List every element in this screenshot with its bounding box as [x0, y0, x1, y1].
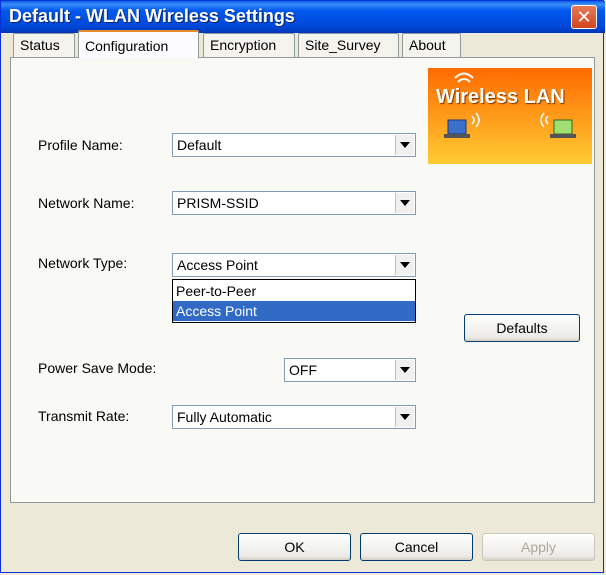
- network-type-dropdown-list: Peer-to-Peer Access Point: [172, 279, 416, 323]
- chevron-down-icon[interactable]: [395, 255, 414, 275]
- transmit-rate-label: Transmit Rate:: [38, 408, 130, 424]
- transmit-rate-select[interactable]: Fully Automatic: [172, 405, 416, 429]
- network-type-value: Access Point: [177, 257, 258, 273]
- profile-name-value: Default: [177, 137, 222, 153]
- chevron-down-icon[interactable]: [395, 360, 414, 380]
- network-type-label: Network Type:: [38, 255, 128, 271]
- tab-label: Encryption: [210, 37, 277, 53]
- tab-label: Status: [20, 37, 60, 53]
- tab-site-survey[interactable]: Site_Survey: [298, 33, 399, 57]
- tab-status[interactable]: Status: [13, 33, 75, 57]
- chevron-down-icon[interactable]: [395, 193, 414, 213]
- logo-text: Wireless LAN: [436, 86, 565, 108]
- wifi-signal-icon: [444, 72, 576, 138]
- profile-name-label: Profile Name:: [38, 137, 123, 153]
- close-button[interactable]: ✕: [571, 5, 597, 29]
- dropdown-option-access-point[interactable]: Access Point: [173, 301, 415, 321]
- cancel-button[interactable]: Cancel: [360, 533, 473, 561]
- tab-configuration[interactable]: Configuration: [78, 30, 199, 58]
- power-save-mode-select[interactable]: OFF: [284, 358, 416, 382]
- ok-button[interactable]: OK: [238, 533, 351, 561]
- chevron-down-icon[interactable]: [395, 407, 414, 427]
- apply-button[interactable]: Apply: [482, 533, 595, 561]
- power-save-mode-value: OFF: [289, 362, 317, 378]
- network-name-select[interactable]: PRISM-SSID: [172, 191, 416, 215]
- chevron-down-icon[interactable]: [395, 135, 414, 155]
- dropdown-option-peer-to-peer[interactable]: Peer-to-Peer: [173, 281, 415, 301]
- network-name-value: PRISM-SSID: [177, 195, 259, 211]
- profile-name-select[interactable]: Default: [172, 133, 416, 157]
- settings-window: Default - WLAN Wireless Settings ✕ Statu…: [0, 0, 605, 573]
- tab-label: Configuration: [85, 38, 169, 54]
- power-save-mode-label: Power Save Mode:: [38, 360, 157, 376]
- dialog-body: Status Configuration Encryption Site_Sur…: [4, 30, 602, 571]
- defaults-button[interactable]: Defaults: [464, 314, 580, 342]
- wireless-lan-logo: Wireless LAN: [428, 68, 592, 164]
- tab-label: Site_Survey: [305, 37, 381, 53]
- tab-about[interactable]: About: [402, 33, 461, 57]
- close-icon: ✕: [576, 7, 592, 27]
- title-bar[interactable]: Default - WLAN Wireless Settings ✕: [1, 1, 605, 33]
- network-type-select[interactable]: Access Point: [172, 253, 416, 277]
- network-name-label: Network Name:: [38, 195, 135, 211]
- tab-encryption[interactable]: Encryption: [203, 33, 295, 57]
- window-title: Default - WLAN Wireless Settings: [9, 6, 295, 26]
- transmit-rate-value: Fully Automatic: [177, 409, 272, 425]
- tab-label: About: [409, 37, 446, 53]
